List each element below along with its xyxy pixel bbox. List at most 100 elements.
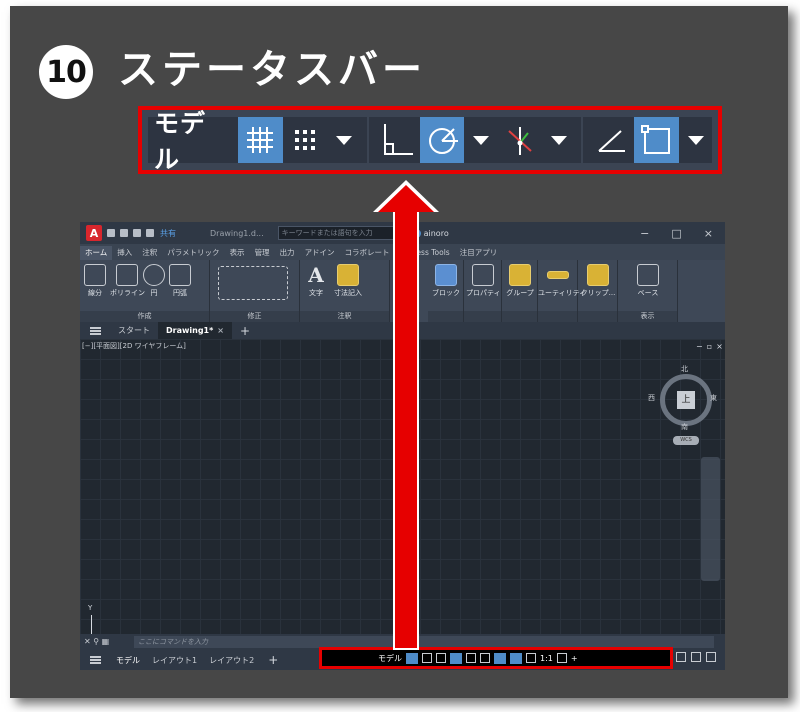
open-file-icon[interactable]	[120, 229, 128, 237]
annotation-visibility-icon[interactable]	[510, 652, 522, 664]
close-icon[interactable]: ×	[716, 342, 725, 351]
chevron-down-icon	[687, 135, 704, 145]
ribbon-group-label[interactable]	[464, 311, 501, 322]
viewcube-top-face[interactable]: 上	[677, 391, 695, 409]
status-model-button[interactable]: モデル	[378, 653, 402, 664]
layout-tab-layout2[interactable]: レイアウト2	[203, 655, 260, 666]
base-tool-label: ベース	[637, 289, 659, 297]
hamburger-menu-icon[interactable]	[90, 326, 101, 335]
new-file-icon[interactable]	[107, 229, 115, 237]
layout-menu-icon[interactable]	[90, 656, 101, 664]
object-snap-button[interactable]	[634, 117, 679, 163]
ribbon-group-label[interactable]: 注釈	[300, 311, 389, 322]
ucs-icon	[91, 615, 92, 635]
object-snap-dropdown[interactable]	[679, 117, 712, 163]
model-space-button[interactable]: モデル	[148, 104, 238, 176]
close-icon[interactable]: ×	[704, 227, 713, 240]
polar-dropdown[interactable]	[464, 117, 497, 163]
annotation-monitor-icon[interactable]: +	[571, 654, 578, 663]
command-line-tools-icon[interactable]: ✕ ⚲ ▦	[84, 637, 109, 646]
line-tool[interactable]: 線分	[84, 264, 106, 298]
ribbon-group-label[interactable]	[502, 311, 537, 322]
clean-screen-icon[interactable]	[691, 652, 701, 662]
ribbon-tab-manage[interactable]: 管理	[250, 246, 275, 260]
polyline-icon	[116, 264, 138, 286]
ortho-button[interactable]	[375, 117, 420, 163]
restore-icon[interactable]: ▫	[707, 342, 716, 351]
isodraft-dropdown[interactable]	[542, 117, 575, 163]
modify-tools[interactable]	[218, 266, 288, 302]
polar-icon[interactable]	[450, 652, 462, 664]
ribbon-tab-annotate[interactable]: 注釈	[137, 246, 162, 260]
grid-icon[interactable]	[406, 652, 418, 664]
viewcube-west[interactable]: 西	[648, 393, 655, 403]
app-logo-icon[interactable]: A	[86, 225, 102, 241]
viewport-controls[interactable]: [−][平面図][2D ワイヤフレーム]	[82, 341, 186, 351]
viewcube-south[interactable]: 南	[681, 422, 688, 432]
auto-scale-icon[interactable]	[526, 653, 536, 663]
circle-tool[interactable]: 円	[142, 264, 166, 298]
polyline-tool[interactable]: ポリライン	[110, 264, 145, 298]
ribbon-tab-output[interactable]: 出力	[275, 246, 300, 260]
hardware-acceleration-icon[interactable]	[676, 652, 686, 662]
plot-icon[interactable]	[146, 229, 154, 237]
ribbon-tab-parametric[interactable]: パラメトリック	[162, 246, 224, 260]
ribbon-tab-view[interactable]: 表示	[225, 246, 250, 260]
ribbon-group-label[interactable]	[538, 311, 577, 322]
arc-tool[interactable]: 円弧	[168, 264, 192, 298]
minimize-icon[interactable]: −	[640, 227, 649, 240]
tab-drawing1[interactable]: Drawing1* ×	[158, 322, 232, 339]
object-snap-icon[interactable]	[494, 652, 506, 664]
isodraft-button[interactable]	[497, 117, 542, 163]
dimension-tool[interactable]: 寸法記入	[330, 264, 366, 298]
tab-start[interactable]: スタート	[110, 322, 158, 339]
text-icon: A	[308, 263, 324, 287]
ribbon-tab-home[interactable]: ホーム	[80, 246, 113, 260]
ribbon-group-label[interactable]	[578, 311, 617, 322]
group-tool[interactable]: グループ	[504, 264, 536, 298]
save-icon[interactable]	[133, 229, 141, 237]
polar-tracking-button[interactable]	[419, 117, 465, 163]
layout-tab-layout1[interactable]: レイアウト1	[146, 655, 203, 666]
share-button[interactable]: 共有	[160, 228, 176, 239]
ribbon-group-label[interactable]: 修正	[210, 311, 299, 322]
ortho-icon	[384, 124, 414, 155]
layout-tab-model[interactable]: モデル	[110, 655, 146, 666]
utilities-tool[interactable]: ユーティリティ	[538, 264, 586, 298]
snap-button[interactable]	[283, 117, 328, 163]
viewcube-north[interactable]: 北	[681, 364, 688, 374]
ortho-icon[interactable]	[436, 653, 446, 663]
minimize-icon[interactable]: −	[696, 342, 707, 351]
workspace-gear-icon[interactable]	[556, 653, 567, 663]
object-snap-tracking-button[interactable]	[589, 117, 634, 163]
isodraft-icon[interactable]	[466, 653, 476, 663]
grid-button[interactable]	[237, 117, 283, 163]
ribbon-group-label[interactable]	[428, 311, 463, 322]
snap-icon[interactable]	[422, 653, 432, 663]
viewcube-east[interactable]: 東	[710, 393, 717, 403]
text-tool[interactable]: A 文字	[304, 264, 328, 298]
ribbon-tab-insert[interactable]: 挿入	[112, 246, 137, 260]
navigation-bar[interactable]	[701, 457, 720, 581]
new-layout-icon[interactable]: +	[268, 653, 278, 667]
maximize-icon[interactable]: □	[671, 227, 681, 240]
ribbon-group-label[interactable]: 表示	[618, 311, 677, 322]
object-snap-tracking-icon[interactable]	[480, 653, 490, 663]
ribbon-tab-addins[interactable]: アドイン	[300, 246, 340, 260]
ribbon-tab-featured[interactable]: 注目アプリ	[455, 246, 503, 260]
search-input[interactable]: キーワードまたは語句を入力	[277, 226, 398, 240]
ribbon-group-label[interactable]: 作成	[80, 311, 209, 322]
ribbon-group-groups: グループ	[502, 260, 538, 322]
snap-dropdown[interactable]	[328, 117, 361, 163]
base-tool[interactable]: ベース	[628, 264, 668, 298]
customization-menu-icon[interactable]	[706, 652, 716, 662]
block-tool[interactable]: ブロック	[430, 264, 462, 298]
close-icon[interactable]: ×	[217, 326, 224, 335]
wcs-menu[interactable]: WCS	[673, 436, 699, 445]
properties-tool[interactable]: プロパティ	[466, 264, 501, 298]
annotation-scale[interactable]: 1:1	[540, 654, 553, 663]
new-tab-icon[interactable]: +	[240, 324, 250, 338]
clipboard-tool[interactable]: クリップ...	[578, 264, 618, 298]
viewcube[interactable]: 上 北 南 西 東	[648, 365, 717, 431]
ribbon-tab-collaborate[interactable]: コラボレート	[340, 246, 395, 260]
